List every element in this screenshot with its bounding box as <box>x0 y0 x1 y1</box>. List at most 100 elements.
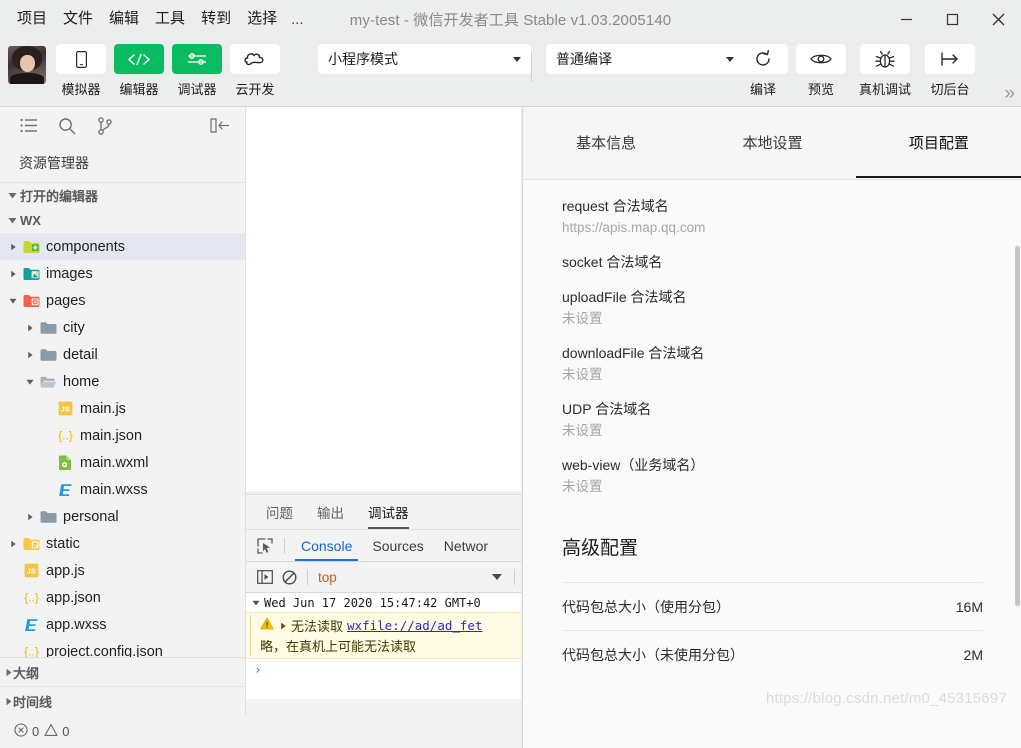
config-item[interactable]: downloadFile 合法域名 未设置 <box>523 344 1021 383</box>
menu-item-project[interactable]: 项目 <box>9 7 55 31</box>
tree-item-label: home <box>63 373 100 390</box>
devtools-tab-sources[interactable]: Sources <box>362 530 433 561</box>
tree-item-static[interactable]: static <box>0 530 245 557</box>
tree-item-main-js[interactable]: JS main.js <box>0 395 245 422</box>
tree-item-label: city <box>63 319 85 336</box>
explorer-icon[interactable] <box>10 111 48 141</box>
center-column: 问题 输出 调试器 Console Sources Networ top Wed… <box>246 107 521 748</box>
menu-item-goto[interactable]: 转到 <box>193 7 239 31</box>
chevron-right-icon <box>4 697 13 706</box>
folder-green-icon <box>21 240 41 254</box>
source-control-icon[interactable] <box>86 111 124 141</box>
config-item[interactable]: socket 合法域名 <box>523 253 1021 271</box>
tree-item-app-js[interactable]: JS app.js <box>0 557 245 584</box>
editor-button[interactable]: 编辑器 <box>114 44 164 98</box>
devtools-tab-console[interactable]: Console <box>291 530 362 561</box>
tab-project-config[interactable]: 项目配置 <box>855 107 1021 178</box>
menu-item-edit[interactable]: 编辑 <box>101 7 147 31</box>
menu-item-file[interactable]: 文件 <box>55 7 101 31</box>
panel-tab-bar: 问题 输出 调试器 <box>246 495 521 530</box>
toolbar-overflow-button[interactable]: » <box>1004 84 1015 103</box>
config-item-value: https://apis.map.qq.com <box>562 220 706 235</box>
advanced-config-title: 高级配置 <box>562 538 639 559</box>
tree-item-detail[interactable]: detail <box>0 341 245 368</box>
tree-item-images[interactable]: images <box>0 260 245 287</box>
compile-button[interactable]: 编译 <box>738 44 788 98</box>
timeline-section[interactable]: 时间线 <box>0 687 245 715</box>
open-editors-section[interactable]: 打开的编辑器 <box>0 183 245 208</box>
error-status[interactable]: 0 <box>14 723 39 740</box>
tree-item-home[interactable]: home <box>0 368 245 395</box>
preview-button[interactable]: 预览 <box>796 44 846 98</box>
clear-console-icon[interactable] <box>277 565 301 589</box>
editor-area[interactable] <box>246 107 521 492</box>
chevron-right-icon <box>5 270 21 278</box>
wechat-devtools-window: 项目 文件 编辑 工具 转到 选择 ... my-test - 微信开发者工具 … <box>0 0 1021 748</box>
chevron-right-icon <box>22 513 38 521</box>
console-warning-link[interactable]: wxfile://ad/ad_fet <box>347 618 482 633</box>
folder-yellow-icon <box>21 537 41 551</box>
tree-item-components[interactable]: components <box>0 233 245 260</box>
console-output[interactable]: Wed Jun 17 2020 15:47:42 GMT+0 无法读取 wxfi… <box>246 593 521 699</box>
simulator-button[interactable]: 模拟器 <box>56 44 106 98</box>
menu-item-select[interactable]: 选择 <box>239 7 285 31</box>
console-warning-entry[interactable]: 无法读取 wxfile://ad/ad_fet 略，在真机上可能无法读取 <box>246 612 521 659</box>
chevron-right-icon <box>5 540 21 548</box>
tree-item-label: personal <box>63 508 119 525</box>
svg-text:{..}: {..} <box>24 591 39 605</box>
panel-scrollbar[interactable] <box>1015 246 1020 606</box>
sidebar-bottom-sections: 大纲 时间线 <box>0 657 245 715</box>
config-item[interactable]: web-view（业务域名） 未设置 <box>523 456 1021 495</box>
console-log-group[interactable]: Wed Jun 17 2020 15:47:42 GMT+0 <box>246 593 521 612</box>
background-button[interactable]: 切后台 <box>924 44 976 98</box>
js-file-icon: JS <box>55 401 75 416</box>
maximize-button[interactable] <box>929 0 975 38</box>
tab-basic-info[interactable]: 基本信息 <box>523 107 689 178</box>
console-context-select[interactable]: top <box>318 566 508 588</box>
mode-select[interactable]: 小程序模式 <box>318 44 531 74</box>
tree-item-main-wxss[interactable]: main.wxss <box>0 476 245 503</box>
menu-overflow-button[interactable]: ... <box>285 8 310 31</box>
warning-status[interactable]: 0 <box>44 723 69 740</box>
tree-item-main-json[interactable]: {..} main.json <box>0 422 245 449</box>
console-prompt[interactable]: › <box>246 659 521 681</box>
search-icon[interactable] <box>48 111 86 141</box>
explorer-title: 资源管理器 <box>0 144 245 183</box>
menu-item-tools[interactable]: 工具 <box>147 7 193 31</box>
tree-item-app-json[interactable]: {..} app.json <box>0 584 245 611</box>
console-context-value: top <box>318 569 337 585</box>
tab-local-settings[interactable]: 本地设置 <box>689 107 855 178</box>
outline-section[interactable]: 大纲 <box>0 658 245 687</box>
chevron-right-icon <box>5 243 21 251</box>
cloud-dev-button[interactable]: 云开发 <box>230 44 280 98</box>
config-item[interactable]: uploadFile 合法域名 未设置 <box>523 288 1021 327</box>
compile-mode-select[interactable]: 普通编译 <box>546 44 744 74</box>
debugger-button[interactable]: 调试器 <box>172 44 222 98</box>
config-item[interactable]: UDP 合法域名 未设置 <box>523 400 1021 439</box>
chevron-down-icon <box>726 56 734 62</box>
tree-item-main-wxml[interactable]: main.wxml <box>0 449 245 476</box>
tree-item-pages[interactable]: pages <box>0 287 245 314</box>
tree-item-city[interactable]: city <box>0 314 245 341</box>
chevron-right-icon <box>4 668 13 677</box>
config-item[interactable]: request 合法域名 https://apis.map.qq.com <box>523 197 1021 236</box>
tree-item-personal[interactable]: personal <box>0 503 245 530</box>
code-icon <box>114 44 164 74</box>
advanced-row-value: 2M <box>963 646 983 663</box>
collapse-sidebar-icon[interactable] <box>201 111 239 141</box>
minimize-button[interactable] <box>883 0 929 38</box>
chevron-down-icon <box>513 56 521 62</box>
panel-tab-problems[interactable]: 问题 <box>266 495 293 529</box>
panel-tab-debugger[interactable]: 调试器 <box>368 495 409 529</box>
panel-tab-output[interactable]: 输出 <box>317 495 344 529</box>
tree-item-app-wxss[interactable]: app.wxss <box>0 611 245 638</box>
user-avatar[interactable] <box>8 46 46 84</box>
inspect-element-icon[interactable] <box>252 533 278 559</box>
project-root-section[interactable]: WX <box>0 208 245 233</box>
chevron-right-icon <box>22 351 38 359</box>
remote-debug-button[interactable]: 真机调试 <box>854 44 916 98</box>
devtools-tab-network[interactable]: Networ <box>434 530 498 561</box>
close-button[interactable] <box>975 0 1021 38</box>
console-sidebar-icon[interactable] <box>253 565 277 589</box>
timeline-label: 时间线 <box>13 694 53 710</box>
